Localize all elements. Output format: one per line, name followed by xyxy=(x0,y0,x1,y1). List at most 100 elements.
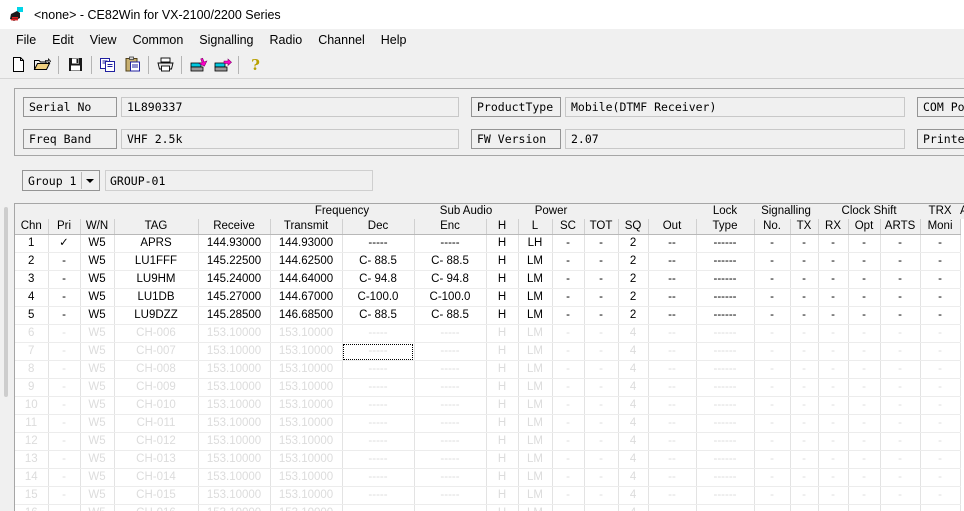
cell-chn[interactable]: 10 xyxy=(15,396,49,415)
column-header-arts[interactable]: ARTS xyxy=(880,219,921,235)
cell-type[interactable]: ------ xyxy=(696,288,755,307)
cell-tag[interactable]: CH-007 xyxy=(114,342,199,361)
cell-opt[interactable]: - xyxy=(848,504,881,511)
cell-sq[interactable]: 2 xyxy=(618,288,649,307)
cell-type[interactable]: ------ xyxy=(696,234,755,253)
cell-sq[interactable]: 2 xyxy=(618,252,649,271)
menu-item-channel[interactable]: Channel xyxy=(310,31,373,49)
menu-item-file[interactable]: File xyxy=(8,31,44,49)
cell-receive[interactable]: 153.10000 xyxy=(198,360,271,379)
cell-dec[interactable]: ----- xyxy=(342,234,415,253)
cell-h[interactable]: H xyxy=(486,468,519,487)
cell-w-n[interactable]: W5 xyxy=(80,450,115,469)
cell-type[interactable]: ------ xyxy=(696,378,755,397)
cell-arts[interactable]: - xyxy=(880,342,921,361)
cell-sq[interactable]: 4 xyxy=(618,378,649,397)
table-row[interactable]: 10- W5 CH-010 153.10000 153.10000 ----- ----- H… xyxy=(15,396,964,415)
cell-transmit[interactable]: 153.10000 xyxy=(270,378,343,397)
cell-dec[interactable]: C- 94.8 xyxy=(342,270,415,289)
cell-tag[interactable]: APRS xyxy=(114,234,199,253)
cell-type[interactable]: ------ xyxy=(696,270,755,289)
cell-out[interactable]: -- xyxy=(648,414,697,433)
cell-l[interactable]: LM xyxy=(518,342,553,361)
cell-enc[interactable]: ----- xyxy=(414,234,487,253)
cell-no[interactable]: - xyxy=(754,288,791,307)
cell-no[interactable]: - xyxy=(754,414,791,433)
cell-pri[interactable]: - xyxy=(48,432,81,451)
cell-tot[interactable]: - xyxy=(584,504,619,511)
cell-w-n[interactable]: W5 xyxy=(80,396,115,415)
cell-receive[interactable]: 153.10000 xyxy=(198,486,271,505)
column-header-tx[interactable]: TX xyxy=(790,219,819,235)
column-header-receive[interactable]: Receive xyxy=(198,219,271,235)
menu-item-edit[interactable]: Edit xyxy=(44,31,82,49)
cell-receive[interactable]: 153.10000 xyxy=(198,468,271,487)
cell-rx[interactable]: - xyxy=(818,324,849,343)
table-row[interactable]: 13- W5 CH-013 153.10000 153.10000 ----- ----- H… xyxy=(15,450,964,469)
cell-tx[interactable]: - xyxy=(790,450,819,469)
column-header-l[interactable]: L xyxy=(518,219,553,235)
cell-type[interactable]: ------ xyxy=(696,360,755,379)
cell-tx[interactable]: - xyxy=(790,306,819,325)
cell-h[interactable]: H xyxy=(486,396,519,415)
table-row[interactable]: 8- W5 CH-008 153.10000 153.10000 ----- ----- H L… xyxy=(15,360,964,379)
product-type-value[interactable]: Mobile(DTMF Receiver) xyxy=(565,97,905,117)
cell-sq[interactable]: 4 xyxy=(618,342,649,361)
cell-rx[interactable]: - xyxy=(818,288,849,307)
group-dropdown[interactable]: Group 1 xyxy=(22,170,100,191)
cell-rx[interactable]: - xyxy=(818,378,849,397)
table-row[interactable]: 4- W5 LU1DB 145.27000 144.67000 C-100.0 C-100.… xyxy=(15,288,964,307)
cell-w-n[interactable]: W5 xyxy=(80,252,115,271)
cell-chn[interactable]: 1 xyxy=(15,234,49,253)
cell-tot[interactable]: - xyxy=(584,396,619,415)
cell-sc[interactable]: - xyxy=(552,432,585,451)
cell-opt[interactable]: - xyxy=(848,450,881,469)
cell-sc[interactable]: - xyxy=(552,504,585,511)
cell-transmit[interactable]: 153.10000 xyxy=(270,504,343,511)
cell-h[interactable]: H xyxy=(486,342,519,361)
cell-dec[interactable]: ----- xyxy=(342,396,415,415)
column-header-opt[interactable]: Opt xyxy=(848,219,881,235)
cell-out[interactable]: -- xyxy=(648,468,697,487)
serial-no-value[interactable]: 1L890337 xyxy=(121,97,459,117)
cell-transmit[interactable]: 153.10000 xyxy=(270,468,343,487)
cell-l[interactable]: LM xyxy=(518,252,553,271)
cell-receive[interactable]: 153.10000 xyxy=(198,414,271,433)
cell-dec[interactable]: ----- xyxy=(342,504,415,511)
cell-type[interactable]: ------ xyxy=(696,486,755,505)
cell-enc[interactable]: ----- xyxy=(414,324,487,343)
table-row[interactable]: 11- W5 CH-011 153.10000 153.10000 ----- ----- H… xyxy=(15,414,964,433)
table-row[interactable]: 9- W5 CH-009 153.10000 153.10000 ----- ----- H L… xyxy=(15,378,964,397)
cell-w-n[interactable]: W5 xyxy=(80,432,115,451)
cell-chn[interactable]: 4 xyxy=(15,288,49,307)
table-row[interactable]: 1 ✓ W5 APRS 144.93000 144.93000 ----- ----- H LH -… xyxy=(15,234,964,253)
cell-sc[interactable]: - xyxy=(552,360,585,379)
cell-moni[interactable]: - xyxy=(920,486,961,505)
cell-pri[interactable]: ✓ xyxy=(48,234,81,253)
cell-tx[interactable]: - xyxy=(790,468,819,487)
cell-pri[interactable]: - xyxy=(48,306,81,325)
menu-item-view[interactable]: View xyxy=(82,31,125,49)
table-row[interactable]: 12- W5 CH-012 153.10000 153.10000 ----- ----- H… xyxy=(15,432,964,451)
cell-rx[interactable]: - xyxy=(818,396,849,415)
cell-out[interactable]: -- xyxy=(648,324,697,343)
cell-tag[interactable]: CH-015 xyxy=(114,486,199,505)
cell-no[interactable]: - xyxy=(754,450,791,469)
cell-h[interactable]: H xyxy=(486,252,519,271)
cell-opt[interactable]: - xyxy=(848,486,881,505)
cell-type[interactable]: ------ xyxy=(696,414,755,433)
group-name-input[interactable]: GROUP-01 xyxy=(105,170,373,191)
cell-pri[interactable]: - xyxy=(48,360,81,379)
cell-type[interactable]: ------ xyxy=(696,504,755,511)
cell-tag[interactable]: CH-006 xyxy=(114,324,199,343)
table-row[interactable]: 15- W5 CH-015 153.10000 153.10000 ----- ----- H… xyxy=(15,486,964,505)
cell-tag[interactable]: CH-009 xyxy=(114,378,199,397)
cell-w-n[interactable]: W5 xyxy=(80,468,115,487)
cell-pri[interactable]: - xyxy=(48,378,81,397)
cell-moni[interactable]: - xyxy=(920,252,961,271)
cell-dec[interactable]: ----- xyxy=(342,432,415,451)
cell-chn[interactable]: 13 xyxy=(15,450,49,469)
read-from-radio-icon[interactable] xyxy=(186,53,210,77)
table-row[interactable]: 2- W5 LU1FFF 145.22500 144.62500 C- 88.5 C- 88… xyxy=(15,252,964,271)
column-header-w-n[interactable]: W/N xyxy=(80,219,115,235)
